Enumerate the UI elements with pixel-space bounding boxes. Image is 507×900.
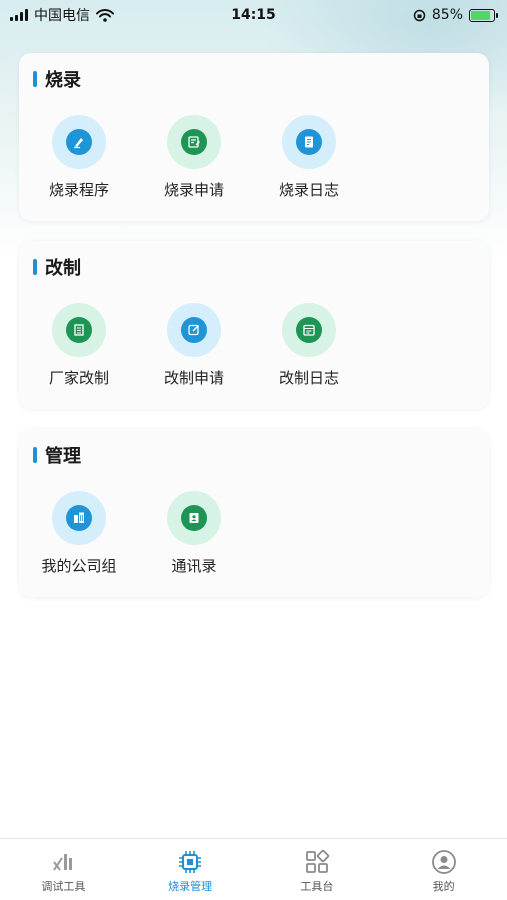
menu-item-contacts[interactable]: 通讯录 bbox=[136, 491, 252, 576]
section-card-burn: 烧录 烧录程序 烧录申请 烧录日志 bbox=[19, 53, 489, 221]
tab-label: 我的 bbox=[432, 880, 455, 893]
tab-toolbench[interactable]: 工具台 bbox=[254, 839, 381, 900]
pen-sign-icon bbox=[52, 115, 106, 169]
chip-icon bbox=[176, 849, 204, 875]
grid-apps-icon bbox=[303, 849, 331, 875]
clock: 14:15 bbox=[231, 7, 276, 23]
tab-burn-management[interactable]: 烧录管理 bbox=[127, 839, 254, 900]
battery-percent: 85% bbox=[431, 7, 463, 23]
title-accent-bar bbox=[33, 259, 37, 275]
title-accent-bar bbox=[33, 447, 37, 463]
battery-icon bbox=[469, 8, 498, 22]
menu-item-label: 厂家改制 bbox=[48, 369, 109, 387]
orientation-lock-icon bbox=[413, 9, 426, 21]
status-bar: 中国电信 14:15 85% bbox=[0, 0, 507, 30]
tab-label: 烧录管理 bbox=[168, 880, 213, 893]
contacts-book-icon bbox=[167, 491, 221, 545]
edit-document-icon bbox=[167, 115, 221, 169]
menu-item-factory-modify[interactable]: 厂家改制 bbox=[21, 303, 137, 388]
wifi-icon bbox=[96, 8, 114, 22]
signal-icon bbox=[10, 9, 28, 21]
menu-item-company-group[interactable]: 我的公司组 bbox=[21, 491, 137, 576]
section-card-modify: 改制 厂家改制 改制申请 改制日志 bbox=[19, 241, 489, 409]
menu-item-label: 烧录申请 bbox=[163, 181, 224, 199]
bottom-tab-bar: 调试工具 烧录管理 工具台 我的 bbox=[0, 838, 507, 900]
menu-item-label: 改制申请 bbox=[163, 369, 224, 387]
section-title: 改制 bbox=[45, 258, 81, 279]
menu-item-burn-log[interactable]: 烧录日志 bbox=[251, 115, 367, 200]
company-group-icon bbox=[52, 491, 106, 545]
edit-square-icon bbox=[167, 303, 221, 357]
log-document-icon bbox=[282, 115, 336, 169]
tab-label: 工具台 bbox=[300, 880, 334, 893]
section-title: 管理 bbox=[45, 446, 81, 467]
menu-item-modify-log[interactable]: 改制日志 bbox=[251, 303, 367, 388]
menu-item-burn-apply[interactable]: 烧录申请 bbox=[136, 115, 252, 200]
menu-item-label: 我的公司组 bbox=[41, 557, 117, 575]
debug-tools-icon bbox=[49, 849, 77, 875]
menu-item-label: 烧录程序 bbox=[48, 181, 109, 199]
title-accent-bar bbox=[33, 71, 37, 87]
menu-item-label: 通讯录 bbox=[171, 557, 217, 575]
tab-label: 调试工具 bbox=[41, 880, 86, 893]
calendar-log-icon bbox=[282, 303, 336, 357]
carrier-name: 中国电信 bbox=[34, 8, 90, 24]
building-icon bbox=[52, 303, 106, 357]
menu-item-burn-program[interactable]: 烧录程序 bbox=[21, 115, 137, 200]
user-profile-icon bbox=[430, 849, 458, 875]
menu-item-modify-apply[interactable]: 改制申请 bbox=[136, 303, 252, 388]
menu-item-label: 烧录日志 bbox=[278, 181, 339, 199]
section-title: 烧录 bbox=[45, 70, 81, 91]
menu-item-label: 改制日志 bbox=[278, 369, 339, 387]
tab-debug-tools[interactable]: 调试工具 bbox=[0, 839, 127, 900]
tab-mine[interactable]: 我的 bbox=[380, 839, 507, 900]
section-card-manage: 管理 我的公司组 通讯录 bbox=[19, 429, 489, 597]
